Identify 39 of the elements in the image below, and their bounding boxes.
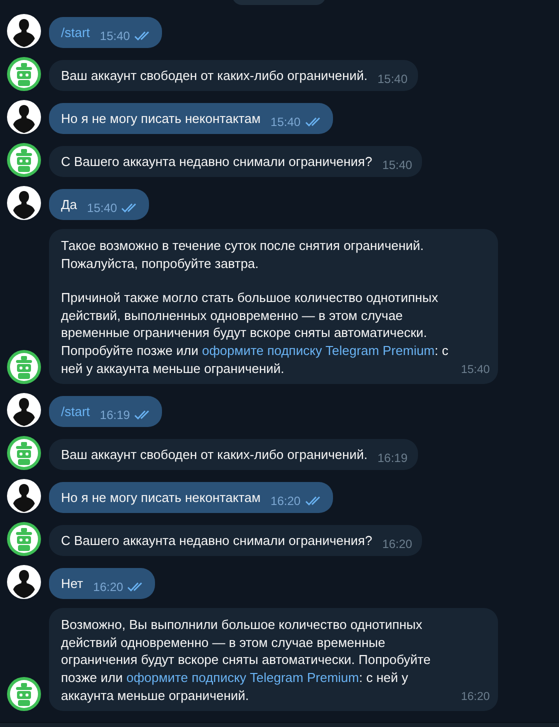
message-time: 15:40 xyxy=(377,71,408,88)
user-avatar-icon xyxy=(7,100,41,134)
message-text: Причиной также могло стать большое количество однотипных действий, выполненных одновременно — в этом случае временные ограничения будут вскоре сняты автоматически. Попробуйте позже или оформите подписку Telegram Premium: с ней у аккаунта меньше ограничений. xyxy=(61,289,450,378)
message-time: 16:20 xyxy=(270,493,301,510)
message-text: Такое возможно в течение суток после снятия ограничений. Пожалуйста, попробуйте завтра. xyxy=(61,237,425,272)
message-time: 15:40 xyxy=(382,157,412,174)
message-text: Но я не могу писать неконтактам xyxy=(61,110,261,128)
robot-avatar-icon xyxy=(7,522,41,556)
robot-avatar-icon xyxy=(7,677,41,712)
robot-avatar-icon xyxy=(7,436,41,470)
robot-avatar-icon xyxy=(7,350,41,384)
bot-command-link[interactable]: /start xyxy=(61,24,90,42)
message-time: 16:20 xyxy=(461,690,490,705)
message-text: Нет xyxy=(61,575,84,594)
premium-link[interactable]: оформите подписку Telegram Premium xyxy=(202,342,435,358)
message-time: 15:40 xyxy=(270,114,301,131)
message-time: 15:40 xyxy=(87,200,118,217)
robot-avatar-icon xyxy=(7,57,41,91)
message-time: 16:19 xyxy=(100,407,130,424)
message-text: Но я не могу писать неконтактам xyxy=(61,489,261,508)
message-text: Да xyxy=(61,196,78,214)
user-avatar-icon xyxy=(7,565,41,600)
message-time: 16:20 xyxy=(93,579,124,596)
message-text: С Вашего аккаунта недавно снимали ограничения? xyxy=(61,532,372,550)
message-text: Ваш аккаунт свободен от каких-либо ограничений. xyxy=(61,67,368,85)
message-text: Ваш аккаунт свободен от каких-либо ограничений. xyxy=(61,446,368,464)
message-time: 15:40 xyxy=(100,28,130,45)
message-time: 16:19 xyxy=(377,450,408,468)
bot-command-link[interactable]: /start xyxy=(61,403,90,422)
message-time: 16:20 xyxy=(382,536,412,554)
message-time: 15:40 xyxy=(461,362,490,378)
user-avatar-icon xyxy=(7,14,41,48)
user-avatar-icon xyxy=(7,479,41,514)
premium-link[interactable]: оформите подписку Telegram Premium xyxy=(126,670,359,685)
user-avatar-icon xyxy=(7,186,41,220)
message-text: С Вашего аккаунта недавно снимали ограничения? xyxy=(61,153,372,171)
robot-avatar-icon xyxy=(7,143,41,177)
message-text: Возможно, Вы выполнили большое количество однотипных действий одновременно — в этом случае временные ограничения будут вскоре сняты автоматически. Попробуйте позже или оформите подписку Telegram Premium: с ней у аккаунта меньше ограничений. xyxy=(61,616,432,704)
user-avatar-icon xyxy=(7,393,41,428)
